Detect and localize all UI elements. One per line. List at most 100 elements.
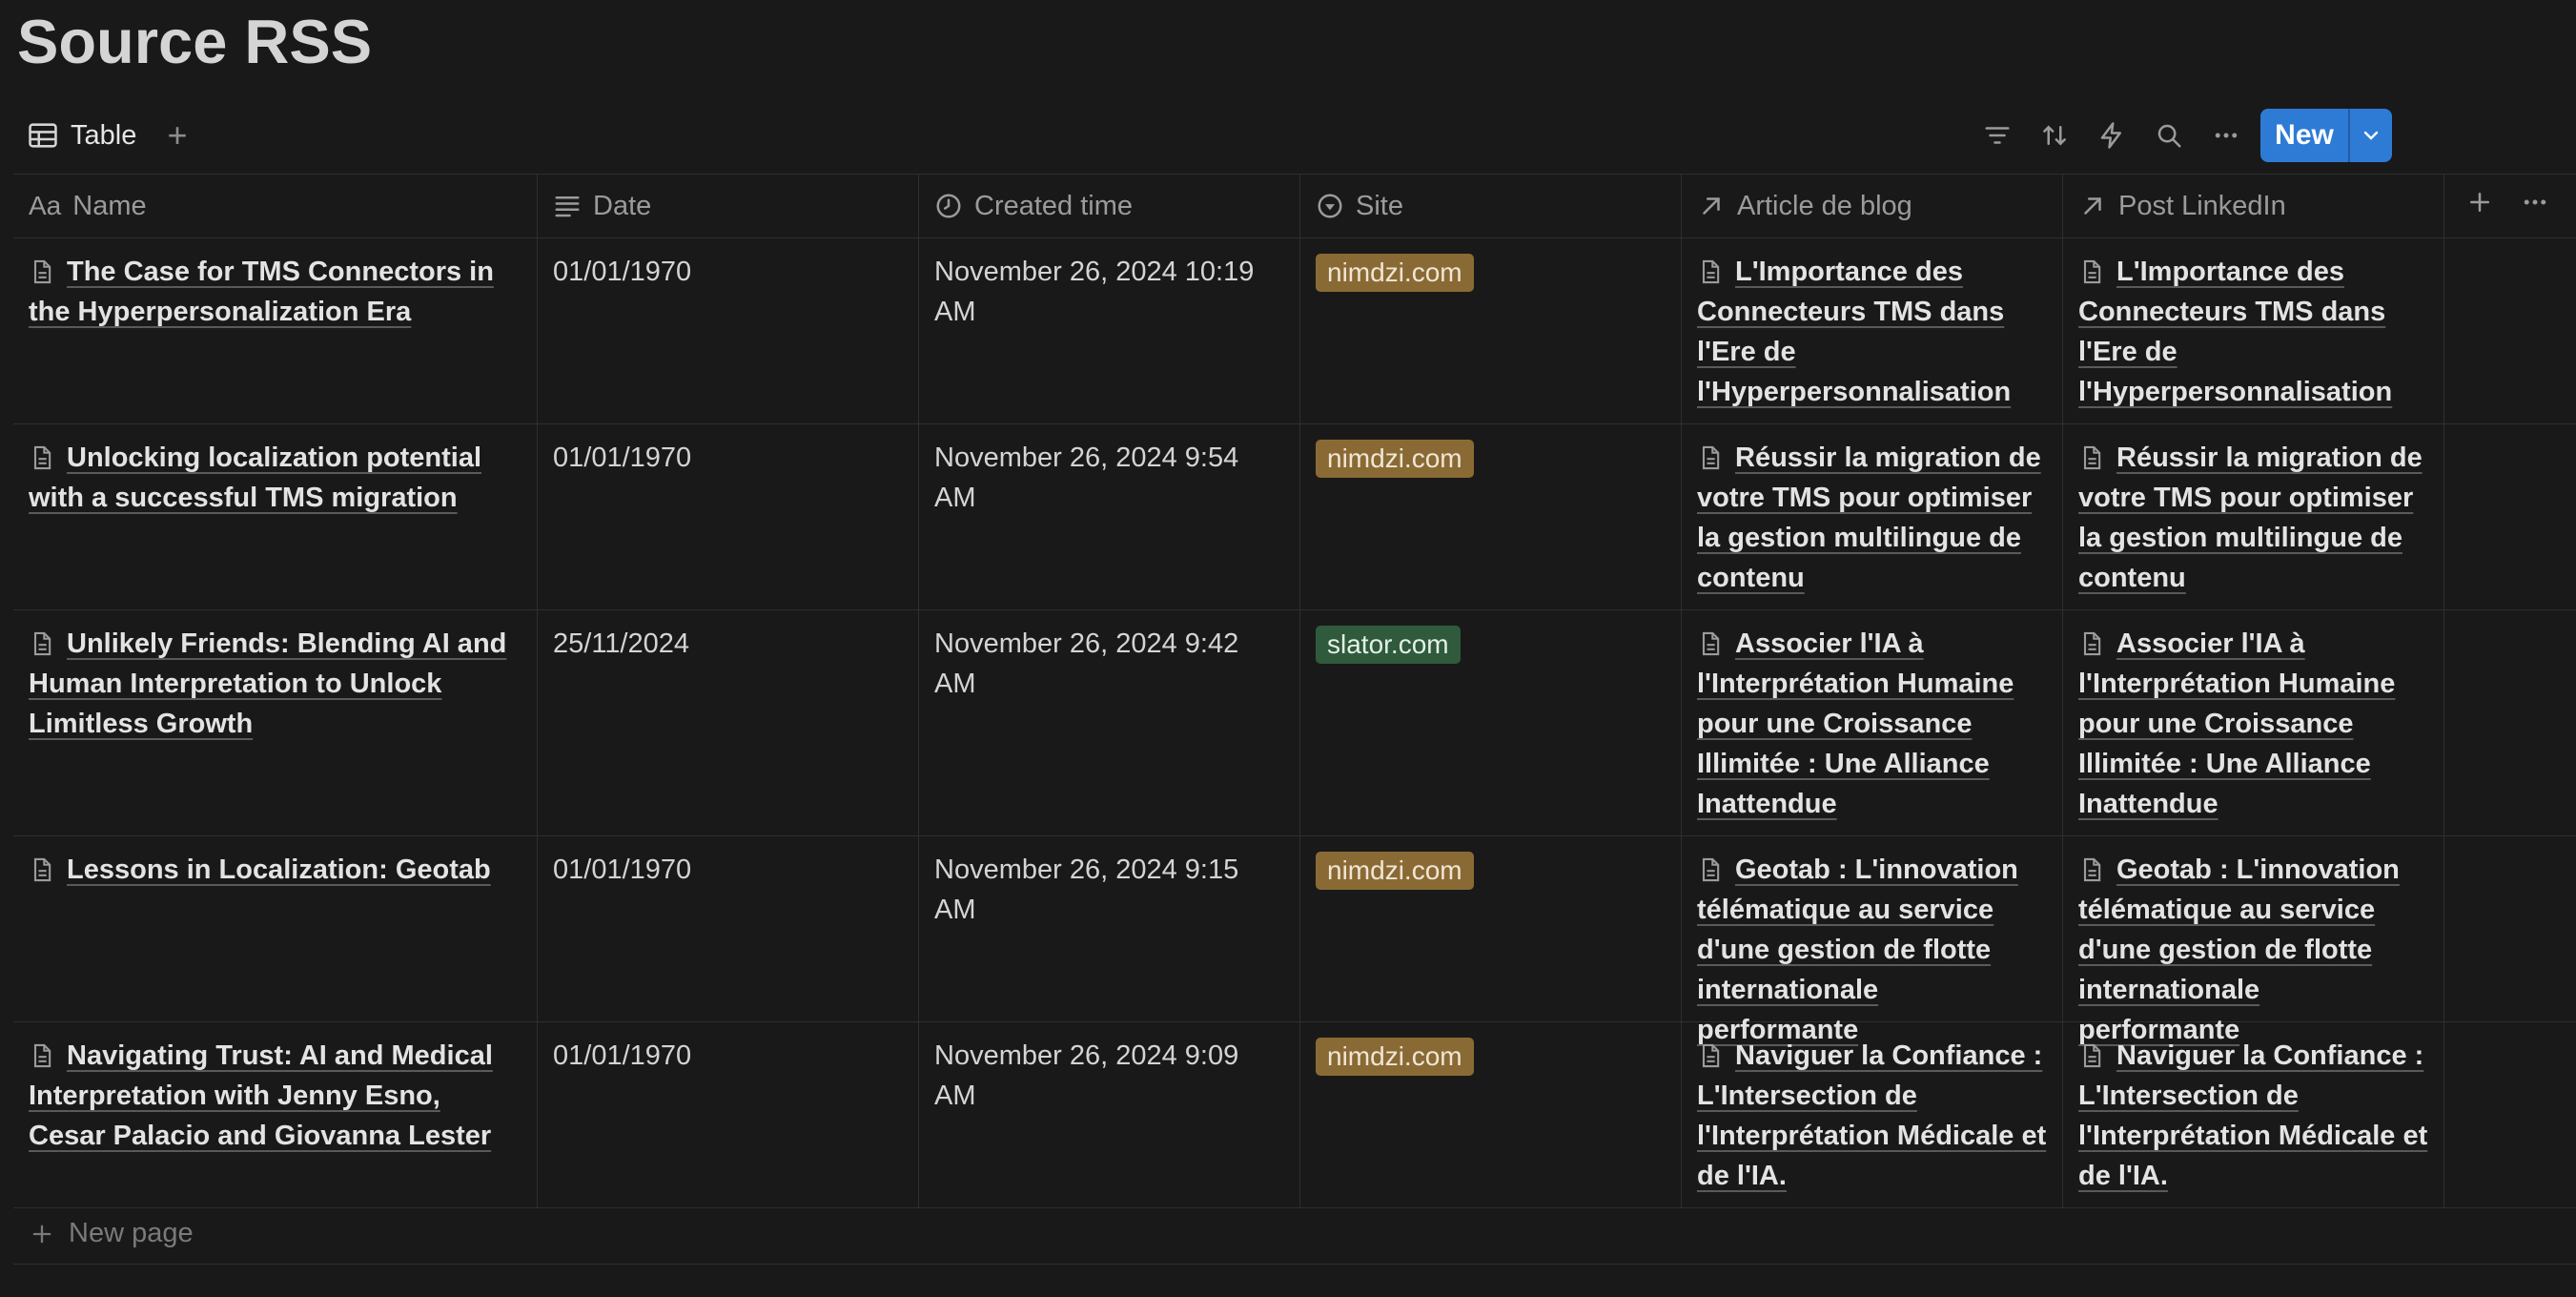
cell-post-linkedin: Réussir la migration de votre TMS pour o… [2063,424,2444,609]
sort-button[interactable] [2034,114,2075,156]
site-tag: nimdzi.com [1316,440,1474,478]
automation-icon [2100,122,2121,149]
page-icon [1702,857,1720,882]
column-header-article-de-blog[interactable]: Article de blog [1682,175,2063,237]
table-row[interactable]: Lessons in Localization: Geotab 01/01/19… [13,836,2576,1045]
new-button[interactable]: New [2260,109,2350,162]
cell-site[interactable]: nimdzi.com [1300,1022,1682,1207]
search-button[interactable] [2148,114,2190,156]
cell-date[interactable]: 25/11/2024 [538,610,919,835]
column-header-name[interactable]: Aa Name [13,175,538,237]
row-name-link[interactable]: Unlikely Friends: Blending AI and Human … [29,628,506,739]
table-row[interactable]: The Case for TMS Connectors in the Hyper… [13,238,2576,424]
column-header-label: Created time [974,190,1134,221]
page-icon [1702,631,1720,656]
cell-date[interactable]: 01/01/1970 [538,1022,919,1207]
post-link[interactable]: Associer l'IA à l'Interprétation Humaine… [2078,628,2395,819]
clock-icon [936,194,961,218]
page-icon [33,631,51,656]
filter-button[interactable] [1976,114,2018,156]
column-header-post-linkedin[interactable]: Post LinkedIn [2063,175,2444,237]
cell-created-time: November 26, 2024 10:19 AM [919,238,1300,423]
blog-link[interactable]: L'Importance des Connecteurs TMS dans l'… [1697,257,2011,407]
page-title: Source RSS [17,7,373,76]
page-icon [2083,259,2101,284]
post-link[interactable]: Naviguer la Confiance : L'Intersection d… [2078,1040,2427,1191]
row-name-link[interactable]: Lessons in Localization: Geotab [67,854,491,885]
row-name-link[interactable]: Navigating Trust: AI and Medical Interpr… [29,1040,493,1151]
cell-article-de-blog: Naviguer la Confiance : L'Intersection d… [1682,1022,2063,1207]
new-page-button[interactable]: New page [13,1204,2576,1265]
plus-icon [2470,193,2489,212]
cell-site[interactable]: nimdzi.com [1300,424,1682,609]
plus-icon: + [167,115,188,154]
page-icon [1702,445,1720,470]
column-header-created-time[interactable]: Created time [919,175,1300,237]
more-icon [2524,199,2546,205]
column-header-site[interactable]: Site [1300,175,1682,237]
new-dropdown-button[interactable] [2350,109,2392,162]
chevron-down-icon [2363,131,2379,140]
column-header-label: Site [1356,190,1403,221]
column-header-label: Article de blog [1737,190,1912,221]
cell-created-time: November 26, 2024 9:54 AM [919,424,1300,609]
cell-date[interactable]: 01/01/1970 [538,836,919,1021]
column-header-actions [2444,175,2576,237]
cell-empty [2444,424,2576,609]
table-row[interactable]: Unlikely Friends: Blending AI and Human … [13,610,2576,836]
table-header: Aa Name Date Created time Site Article d… [13,174,2576,238]
table-icon [29,123,57,148]
row-name-link[interactable]: Unlocking localization potential with a … [29,443,481,513]
database-table: Aa Name Date Created time Site Article d… [13,174,2576,1208]
column-header-date[interactable]: Date [538,175,919,237]
post-link[interactable]: L'Importance des Connecteurs TMS dans l'… [2078,257,2392,407]
cell-post-linkedin: L'Importance des Connecteurs TMS dans l'… [2063,238,2444,423]
cell-site[interactable]: nimdzi.com [1300,836,1682,1021]
page-icon [1702,1043,1720,1068]
cell-site[interactable]: nimdzi.com [1300,238,1682,423]
cell-date[interactable]: 01/01/1970 [538,424,919,609]
post-link[interactable]: Geotab : L'innovation télématique au ser… [2078,854,2400,1045]
column-header-label: Post LinkedIn [2118,190,2286,221]
column-header-label: Date [593,190,652,221]
cell-empty [2444,238,2576,423]
page-icon [33,445,51,470]
site-tag: nimdzi.com [1316,1038,1474,1076]
blog-link[interactable]: Réussir la migration de votre TMS pour o… [1697,443,2041,593]
blog-link[interactable]: Naviguer la Confiance : L'Intersection d… [1697,1040,2046,1191]
blog-link[interactable]: Geotab : L'innovation télématique au ser… [1697,854,2018,1045]
more-options-button[interactable] [2205,114,2247,156]
cell-site[interactable]: slator.com [1300,610,1682,835]
cell-name: Navigating Trust: AI and Medical Interpr… [13,1022,538,1207]
cell-article-de-blog: L'Importance des Connecteurs TMS dans l'… [1682,238,2063,423]
automation-button[interactable] [2091,114,2133,156]
row-name-link[interactable]: The Case for TMS Connectors in the Hyper… [29,257,494,327]
relation-arrow-icon [1703,197,1720,215]
page-icon [2083,1043,2101,1068]
plus-icon [32,1225,51,1243]
relation-arrow-icon [2084,197,2101,215]
cell-post-linkedin: Associer l'IA à l'Interprétation Humaine… [2063,610,2444,835]
blog-link[interactable]: Associer l'IA à l'Interprétation Humaine… [1697,628,2014,819]
cell-post-linkedin: Naviguer la Confiance : L'Intersection d… [2063,1022,2444,1207]
cell-article-de-blog: Geotab : L'innovation télématique au ser… [1682,836,2063,1045]
cell-article-de-blog: Réussir la migration de votre TMS pour o… [1682,424,2063,609]
post-link[interactable]: Réussir la migration de votre TMS pour o… [2078,443,2423,593]
site-tag: nimdzi.com [1316,852,1474,890]
table-row[interactable]: Navigating Trust: AI and Medical Interpr… [13,1022,2576,1208]
table-options-button[interactable] [2521,188,2549,224]
add-property-button[interactable] [2465,188,2494,224]
cell-empty [2444,836,2576,1021]
cell-empty [2444,1022,2576,1207]
table-row[interactable]: Unlocking localization potential with a … [13,424,2576,610]
cell-name: The Case for TMS Connectors in the Hyper… [13,238,538,423]
title-icon: Aa [29,191,62,220]
cell-article-de-blog: Associer l'IA à l'Interprétation Humaine… [1682,610,2063,835]
cell-date[interactable]: 01/01/1970 [538,238,919,423]
cell-empty [2444,610,2576,835]
tab-table[interactable]: Table [27,114,136,156]
add-view-button[interactable]: + [158,114,196,156]
page-icon [2083,445,2101,470]
cell-name: Unlikely Friends: Blending AI and Human … [13,610,538,835]
column-header-label: Name [72,190,147,221]
